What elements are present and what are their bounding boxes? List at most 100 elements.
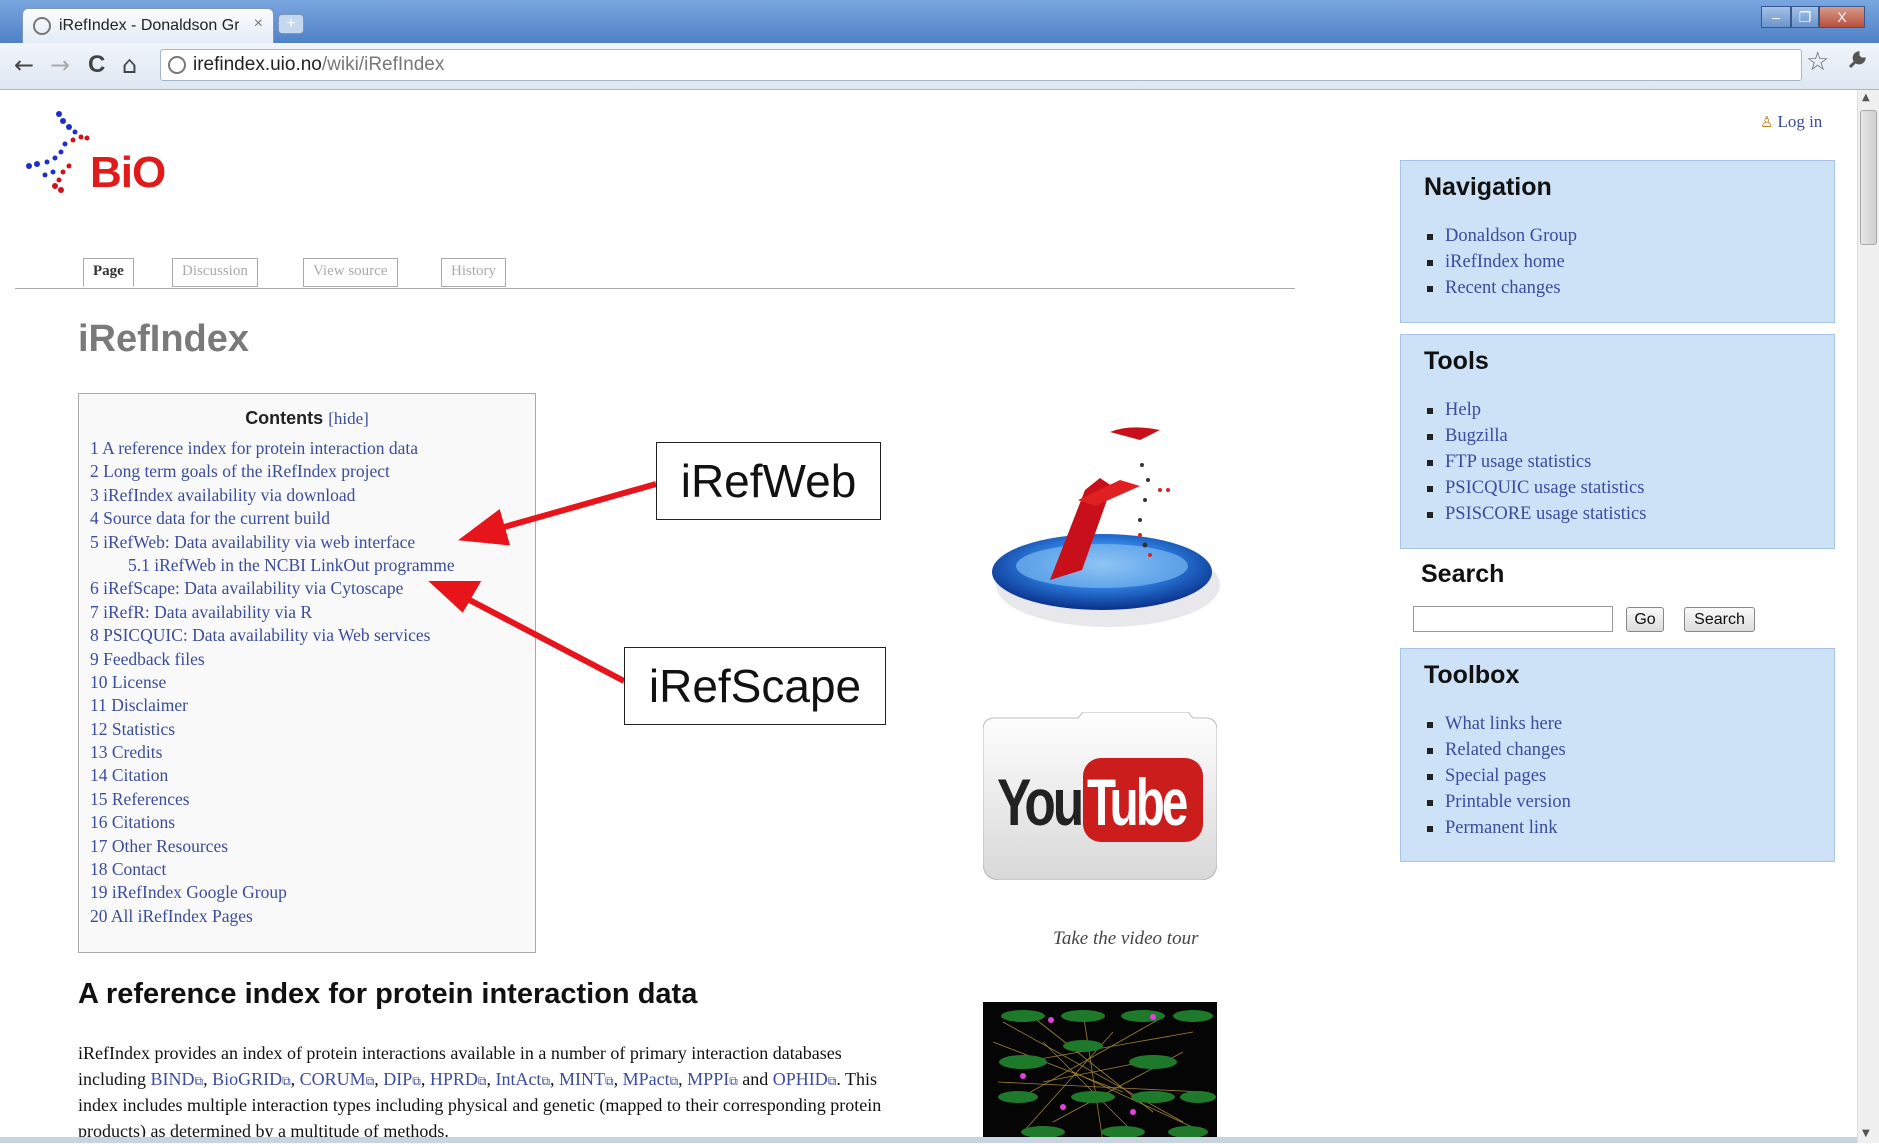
tab-divider [15, 288, 1295, 289]
search-button[interactable]: Search [1684, 607, 1755, 632]
irefweb-callout: iRefWeb [656, 442, 881, 520]
toc-item[interactable]: 10 License [90, 672, 455, 695]
address-bar[interactable]: irefindex.uio.no/wiki/iRefIndex [160, 49, 1802, 81]
page-title: iRefIndex [78, 318, 250, 360]
toc-item[interactable]: 20 All iRefIndex Pages [90, 906, 455, 929]
youtube-video-link[interactable]: You Tube [982, 711, 1218, 881]
scroll-down-icon[interactable]: ▼ [1862, 1128, 1870, 1139]
toc-item[interactable]: 5 iRefWeb: Data availability via web int… [90, 532, 455, 555]
search-title: Search [1421, 560, 1505, 588]
dip-link[interactable]: DIP [383, 1069, 412, 1089]
toolbox-special-pages[interactable]: Special pages [1427, 763, 1571, 789]
external-link-icon: ⧉ [669, 1074, 679, 1088]
toc-item[interactable]: 12 Statistics [90, 719, 455, 742]
reload-icon[interactable]: C [88, 51, 105, 79]
close-window-button[interactable]: X [1819, 6, 1865, 28]
toc-item[interactable]: 2 Long term goals of the iRefIndex proje… [90, 461, 455, 484]
tools-psiscore-stats[interactable]: PSISCORE usage statistics [1427, 501, 1646, 527]
video-tour-link[interactable]: Take the video tour [1053, 928, 1198, 950]
browser-tab[interactable]: iRefIndex - Donaldson Grou × [22, 8, 274, 43]
navigation-title: Navigation [1424, 173, 1552, 201]
user-icon: ♙ [1760, 115, 1774, 131]
tools-ftp-stats[interactable]: FTP usage statistics [1427, 449, 1646, 475]
minimize-button[interactable]: – [1761, 6, 1791, 28]
wrench-icon[interactable] [1846, 47, 1870, 77]
scroll-thumb[interactable] [1860, 110, 1877, 245]
bind-link[interactable]: BIND [151, 1069, 195, 1089]
toc-item[interactable]: 14 Citation [90, 765, 455, 788]
tools-portlet: Tools Help Bugzilla FTP usage statistics… [1400, 334, 1835, 549]
nav-recent-changes[interactable]: Recent changes [1427, 275, 1577, 301]
toc-item[interactable]: 3 iRefIndex availability via download [90, 485, 455, 508]
navigation-portlet: Navigation Donaldson Group iRefIndex hom… [1400, 160, 1835, 323]
tools-psicquic-stats[interactable]: PSICQUIC usage statistics [1427, 475, 1646, 501]
toc-item[interactable]: 15 References [90, 789, 455, 812]
toc-header: Contents [hide] [245, 408, 369, 428]
toolbox-what-links-here[interactable]: What links here [1427, 711, 1571, 737]
toolbox-portlet: Toolbox What links here Related changes … [1400, 648, 1835, 862]
forward-icon[interactable]: → [50, 51, 70, 79]
scroll-up-icon[interactable]: ▲ [1862, 92, 1870, 103]
browser-titlebar: iRefIndex - Donaldson Grou × + – ❐ X [0, 0, 1879, 43]
tools-list: Help Bugzilla FTP usage statistics PSICQ… [1427, 397, 1646, 527]
search-input[interactable] [1413, 606, 1613, 632]
vertical-scrollbar[interactable]: ▲ ▼ [1857, 90, 1879, 1143]
toc-item[interactable]: 1 A reference index for protein interact… [90, 438, 455, 461]
toolbox-related-changes[interactable]: Related changes [1427, 737, 1571, 763]
mint-link[interactable]: MINT [559, 1069, 605, 1089]
toc-item[interactable]: 6 iRefScape: Data availability via Cytos… [90, 578, 455, 601]
mpact-link[interactable]: MPact [623, 1069, 670, 1089]
login-link[interactable]: ♙ Log in [1760, 112, 1822, 132]
irefindex-logo-image[interactable] [990, 420, 1220, 635]
toc-list: 1 A reference index for protein interact… [90, 438, 455, 929]
toc-item[interactable]: 18 Contact [90, 859, 455, 882]
toc-item[interactable]: 11 Disclaimer [90, 695, 455, 718]
browser-toolbar: ← → C ⌂ irefindex.uio.no/wiki/iRefIndex … [0, 43, 1879, 90]
page-icon [168, 56, 186, 74]
network-graph-image[interactable] [983, 1002, 1217, 1143]
restore-button[interactable]: ❐ [1791, 6, 1819, 28]
tab-discussion[interactable]: Discussion [172, 258, 258, 287]
ophid-link[interactable]: OPHID [773, 1069, 828, 1089]
new-tab-button[interactable]: + [278, 14, 304, 34]
url-text: irefindex.uio.no/wiki/iRefIndex [193, 54, 445, 75]
tab-close-icon[interactable]: × [254, 15, 263, 33]
toc-item[interactable]: 9 Feedback files [90, 649, 455, 672]
tab-favicon-icon [33, 17, 51, 35]
tab-history[interactable]: History [441, 258, 506, 287]
toc-item[interactable]: 13 Credits [90, 742, 455, 765]
external-link-icon: ⧉ [365, 1074, 375, 1088]
toc-item[interactable]: 17 Other Resources [90, 836, 455, 859]
toc-item[interactable]: 7 iRefR: Data availability via R [90, 602, 455, 625]
toolbox-list: What links here Related changes Special … [1427, 711, 1571, 841]
tools-help[interactable]: Help [1427, 397, 1646, 423]
home-icon[interactable]: ⌂ [122, 51, 137, 79]
toc-hide-link[interactable]: [hide] [328, 409, 369, 428]
toc-item[interactable]: 8 PSICQUIC: Data availability via Web se… [90, 625, 455, 648]
irefscape-callout: iRefScape [624, 647, 886, 725]
external-link-icon: ⧉ [541, 1074, 551, 1088]
toc-item[interactable]: 16 Citations [90, 812, 455, 835]
tools-bugzilla[interactable]: Bugzilla [1427, 423, 1646, 449]
tab-page[interactable]: Page [83, 258, 134, 287]
nav-irefindex-home[interactable]: iRefIndex home [1427, 249, 1577, 275]
go-button[interactable]: Go [1626, 607, 1664, 632]
corum-link[interactable]: CORUM [300, 1069, 366, 1089]
toc-item[interactable]: 19 iRefIndex Google Group [90, 882, 455, 905]
nav-donaldson-group[interactable]: Donaldson Group [1427, 223, 1577, 249]
biogrid-link[interactable]: BioGRID [212, 1069, 282, 1089]
toc-item[interactable]: 5.1 iRefWeb in the NCBI LinkOut programm… [90, 555, 455, 578]
toolbox-printable-version[interactable]: Printable version [1427, 789, 1571, 815]
toolbox-permanent-link[interactable]: Permanent link [1427, 815, 1571, 841]
bookmark-star-icon[interactable]: ☆ [1806, 47, 1829, 77]
back-icon[interactable]: ← [14, 51, 34, 79]
hprd-link[interactable]: HPRD [430, 1069, 478, 1089]
tab-view-source[interactable]: View source [303, 258, 398, 287]
intact-link[interactable]: IntAct [495, 1069, 541, 1089]
external-link-icon: ⧉ [477, 1074, 487, 1088]
navigation-list: Donaldson Group iRefIndex home Recent ch… [1427, 223, 1577, 301]
mppi-link[interactable]: MPPI [687, 1069, 729, 1089]
external-link-icon: ⧉ [412, 1074, 421, 1088]
bio-logo-text[interactable]: BiO [90, 148, 166, 198]
toc-item[interactable]: 4 Source data for the current build [90, 508, 455, 531]
